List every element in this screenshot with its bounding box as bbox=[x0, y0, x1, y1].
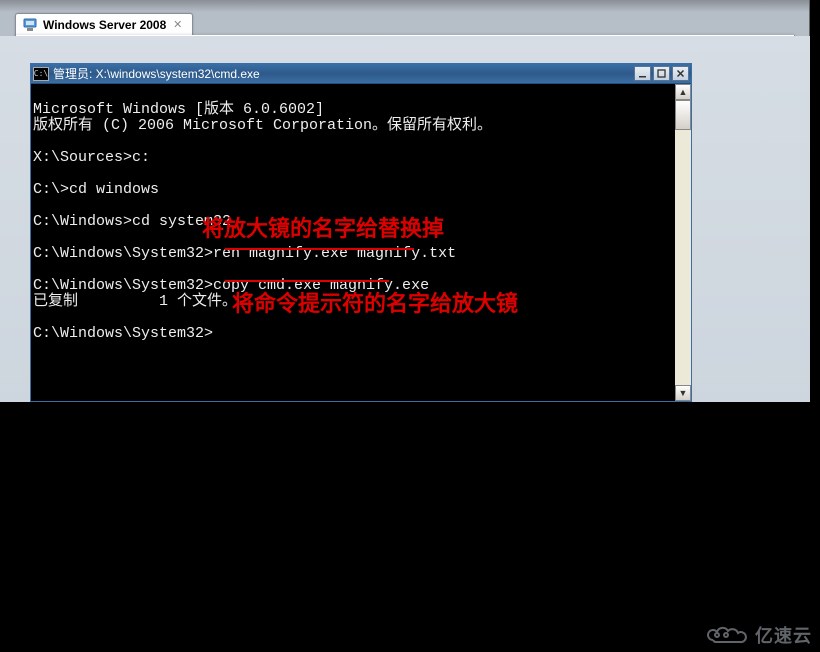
tab-windows-server[interactable]: Windows Server 2008 ✕ bbox=[15, 13, 193, 37]
term-line: Microsoft Windows [版本 6.0.6002] bbox=[33, 101, 324, 118]
term-line: C:\Windows\System32> bbox=[33, 325, 213, 342]
cmd-icon: C:\ bbox=[33, 67, 49, 81]
tab-label: Windows Server 2008 bbox=[43, 18, 166, 32]
underline-2 bbox=[225, 280, 389, 282]
desktop-background: Windows Server 2008 ✕ C:\ 管理员: X:\window… bbox=[0, 0, 810, 402]
term-line: C:\>cd windows bbox=[33, 181, 159, 198]
scrollbar-vertical[interactable]: ▲ ▼ bbox=[675, 84, 691, 401]
term-line: X:\Sources>c: bbox=[33, 149, 150, 166]
watermark: 亿速云 bbox=[703, 622, 812, 648]
window-controls bbox=[634, 66, 689, 81]
maximize-button[interactable] bbox=[653, 66, 670, 81]
close-icon[interactable]: ✕ bbox=[171, 19, 184, 32]
scroll-thumb[interactable] bbox=[675, 100, 691, 130]
annotation-2: 将命令提示符的名字给放大镜 bbox=[232, 286, 518, 318]
close-button[interactable] bbox=[672, 66, 689, 81]
server-icon bbox=[22, 17, 38, 33]
tab-bar: Windows Server 2008 ✕ bbox=[15, 12, 193, 37]
scroll-up-button[interactable]: ▲ bbox=[675, 84, 691, 100]
scroll-down-button[interactable]: ▼ bbox=[675, 385, 691, 401]
annotation-1: 将放大镜的名字给替换掉 bbox=[202, 211, 444, 243]
cloud-icon bbox=[703, 624, 751, 646]
scroll-track[interactable] bbox=[675, 100, 691, 385]
window-title: 管理员: X:\windows\system32\cmd.exe bbox=[53, 65, 634, 82]
title-bar[interactable]: C:\ 管理员: X:\windows\system32\cmd.exe bbox=[31, 64, 691, 84]
term-line: 版权所有 (C) 2006 Microsoft Corporation。保留所有… bbox=[33, 117, 492, 134]
minimize-button[interactable] bbox=[634, 66, 651, 81]
underline-1 bbox=[225, 248, 414, 250]
term-line: 已复制 1 个文件。 bbox=[33, 293, 237, 310]
